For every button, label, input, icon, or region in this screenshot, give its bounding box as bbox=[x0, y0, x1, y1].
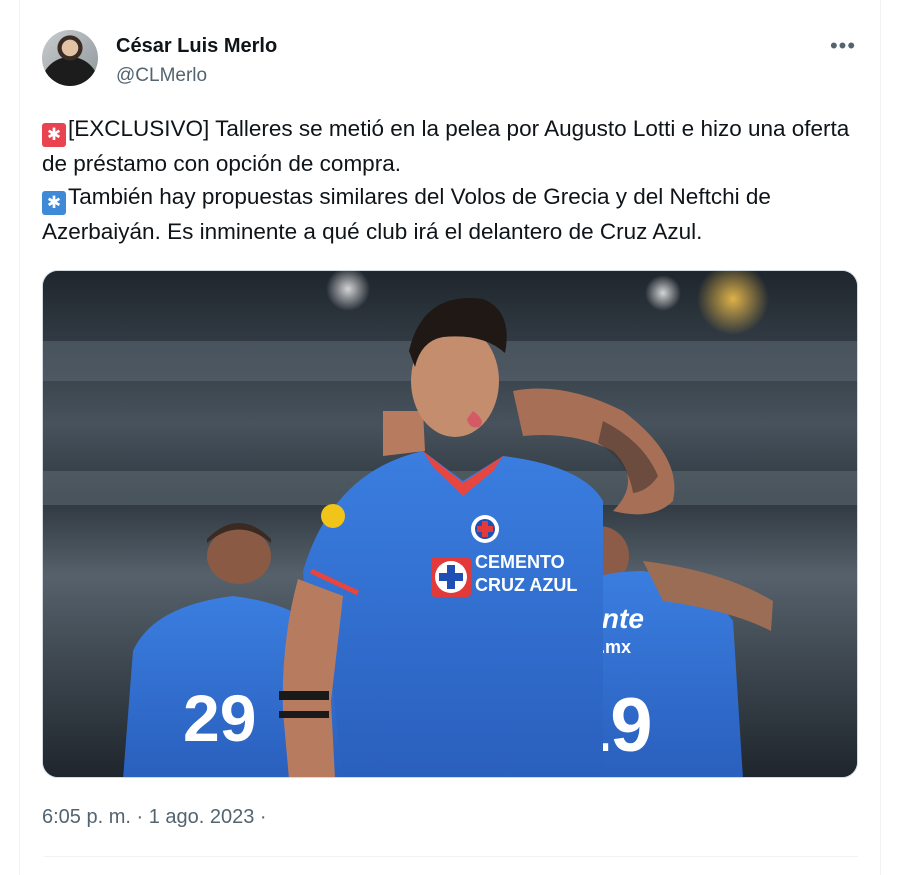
timeline-border-left bbox=[19, 0, 20, 875]
author-name[interactable]: César Luis Merlo bbox=[116, 34, 277, 58]
tweet-timestamp[interactable]: 6:05 p. m. · 1 ago. 2023 · bbox=[42, 804, 267, 830]
photo-illustration: 29 viente ente.mx 19 bbox=[43, 271, 857, 777]
author-info: César Luis Merlo @CLMerlo bbox=[116, 34, 277, 88]
siren-emoji-icon: ✱ bbox=[42, 123, 66, 147]
tweet-line-1: [EXCLUSIVO] Talleres se metió en la pele… bbox=[42, 116, 850, 176]
sponsor-line-1: CEMENTO bbox=[475, 552, 565, 572]
tweet-line-2: También hay propuestas similares del Vol… bbox=[42, 184, 771, 244]
tweet-paragraph-1: ✱ [EXCLUSIVO] Talleres se metió en la pel… bbox=[42, 112, 872, 180]
tweet-paragraph-2: ✱ También hay propuestas similares del Vo… bbox=[42, 180, 872, 248]
more-icon: ••• bbox=[829, 33, 857, 58]
author-avatar[interactable] bbox=[42, 30, 98, 86]
tweet-header: César Luis Merlo @CLMerlo ••• bbox=[42, 30, 860, 90]
bottom-divider bbox=[44, 856, 858, 857]
timeline-border-right bbox=[880, 0, 881, 875]
player-left-number: 29 bbox=[183, 681, 256, 755]
tweet-text: ✱ [EXCLUSIVO] Talleres se metió en la pel… bbox=[42, 112, 872, 248]
author-handle[interactable]: @CLMerlo bbox=[116, 64, 277, 88]
sponsor-line-2: CRUZ AZUL bbox=[475, 575, 577, 595]
more-options-button[interactable]: ••• bbox=[826, 32, 860, 60]
tweet-photo[interactable]: 29 viente ente.mx 19 bbox=[42, 270, 858, 778]
asterisk-emoji-icon: ✱ bbox=[42, 191, 66, 215]
